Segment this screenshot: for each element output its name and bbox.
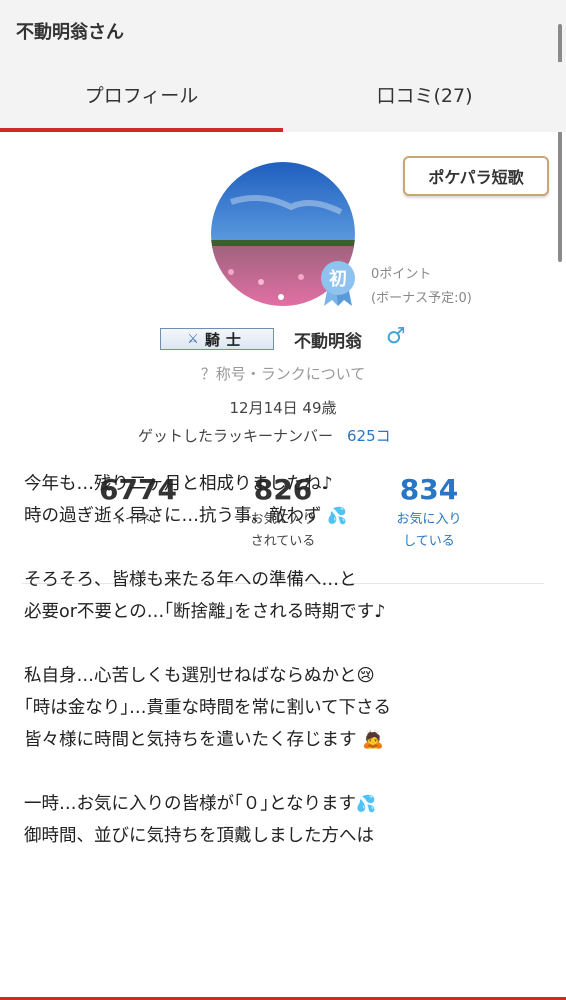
message-line: 一時…お気に入りの皆様が｢０｣となります [24, 794, 356, 814]
sweat-drops-icon: 💦 [355, 794, 376, 813]
message-line [24, 628, 546, 660]
tab-profile[interactable]: プロフィール [0, 62, 283, 132]
message-line: ｢時は金なり｣…貴重な時間を常に割いて下さる [24, 698, 391, 718]
message-line [24, 532, 546, 564]
tab-bar: プロフィール 口コミ(27) [0, 62, 566, 132]
username: 不動明翁 [294, 332, 362, 352]
sweat-drops-icon: 💦 [327, 506, 347, 525]
message-line: 皆々様に時間と気持ちを遣いたく存じます [24, 730, 357, 750]
male-icon: ♂ [386, 324, 406, 349]
points-info: 0ポイント (ボーナス予定:0) [371, 263, 472, 311]
message-line: 今年も…残り二ヶ月と相成りましたね♪ [24, 474, 333, 494]
bonus-value: (ボーナス予定:0) [371, 291, 472, 306]
app-header: 不動明翁さん [0, 0, 566, 62]
birthday-age: 12月14日 49歳 [229, 399, 337, 417]
first-badge-label: 初 [329, 268, 347, 290]
rank-info-link[interactable]: ？称号・ランクについて [0, 363, 566, 384]
points-value: 0ポイント [371, 267, 432, 282]
message-line: そろそろ、皆様も来たる年への準備へ…と [24, 570, 357, 590]
pokepara-tanka-button[interactable]: ポケパラ短歌 [403, 156, 549, 196]
lucky-number-row: ゲットしたラッキーナンバー 625コ [138, 425, 391, 446]
crossed-swords-icon: ⚔ [187, 331, 199, 347]
bowing-person-icon: 🙇 [362, 730, 384, 750]
tab-reviews[interactable]: 口コミ(27) [283, 62, 566, 132]
lucky-number-label: ゲットしたラッキーナンバー [138, 427, 334, 445]
message-line [24, 756, 546, 788]
message-line: 御時間、並びに気持ちを頂戴しました方へは [24, 826, 374, 846]
message-line: 時の過ぎ逝く早さに…抗う事、敵わず [24, 506, 322, 526]
rank-title: 騎士 [204, 330, 247, 349]
message-line: 私自身…心苦しくも選別せねばならぬかと [24, 666, 357, 686]
lucky-number-count[interactable]: 625コ [347, 427, 391, 445]
first-timer-ribbon-icon: 初 [321, 261, 355, 306]
crying-face-icon: 😢 [356, 666, 375, 686]
profile-message: 今年も…残り二ヶ月と相成りましたね♪ 時の過ぎ逝く早さに…抗う事、敵わず 💦 そ… [24, 468, 546, 852]
message-line: 必要or不要との…｢断捨離｣をされる時期です♪ [24, 602, 386, 622]
page-title: 不動明翁さん [16, 22, 124, 43]
rank-badge[interactable]: ⚔ 騎士 [160, 328, 274, 350]
